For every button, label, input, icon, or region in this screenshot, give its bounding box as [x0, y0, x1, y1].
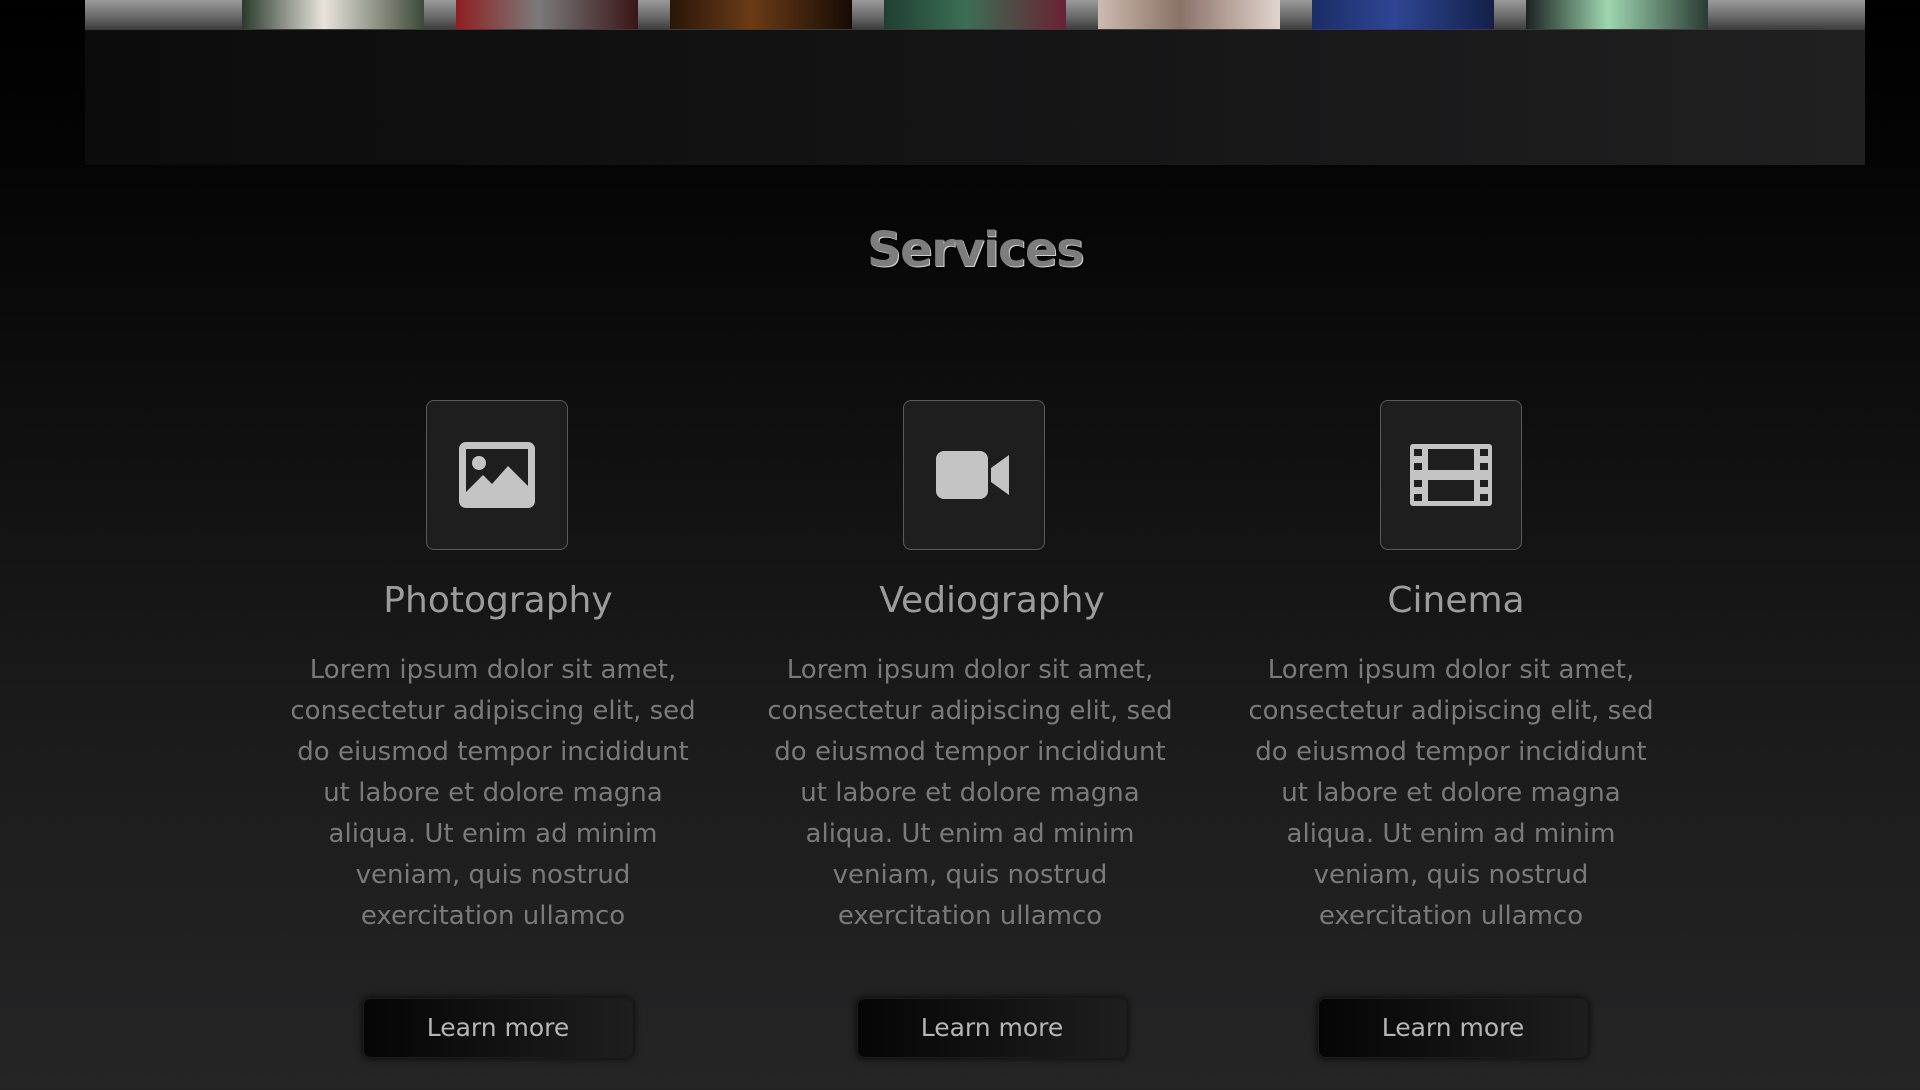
gallery-panel [85, 0, 1865, 165]
learn-more-button-photography[interactable]: Learn more [363, 998, 633, 1058]
service-title: Photography [383, 580, 613, 621]
gallery-thumbnail[interactable] [1312, 0, 1494, 29]
service-title: Cinema [1387, 580, 1525, 621]
services-title: Services [866, 222, 1085, 278]
gallery-strip[interactable] [85, 0, 1865, 30]
service-card-cinema: Cinema Lorem ipsum dolor sit amet, conse… [1242, 400, 1662, 1060]
service-description: Lorem ipsum dolor sit amet, consectetur … [1248, 655, 1654, 931]
gallery-thumbnail[interactable] [1526, 0, 1708, 29]
image-icon [459, 442, 535, 508]
gallery-thumbnail[interactable] [1098, 0, 1280, 29]
service-card-videography: Vediography Lorem ipsum dolor sit amet, … [765, 400, 1185, 1060]
service-icon-box [426, 400, 568, 550]
gallery-thumbnail[interactable] [456, 0, 638, 29]
service-title: Vediography [879, 580, 1105, 621]
gallery-thumbnail[interactable] [670, 0, 852, 29]
service-description: Lorem ipsum dolor sit amet, consectetur … [767, 655, 1173, 931]
learn-more-button-videography[interactable]: Learn more [857, 998, 1127, 1058]
video-camera-icon [936, 451, 1009, 499]
service-description: Lorem ipsum dolor sit amet, consectetur … [290, 655, 696, 931]
learn-more-button-cinema[interactable]: Learn more [1318, 998, 1588, 1058]
gallery-thumbnail[interactable] [242, 0, 424, 29]
gallery-thumbnail[interactable] [884, 0, 1066, 29]
service-card-photography: Photography Lorem ipsum dolor sit amet, … [288, 400, 708, 1060]
service-icon-box [1380, 400, 1522, 550]
film-icon [1410, 444, 1492, 506]
service-icon-box [903, 400, 1045, 550]
